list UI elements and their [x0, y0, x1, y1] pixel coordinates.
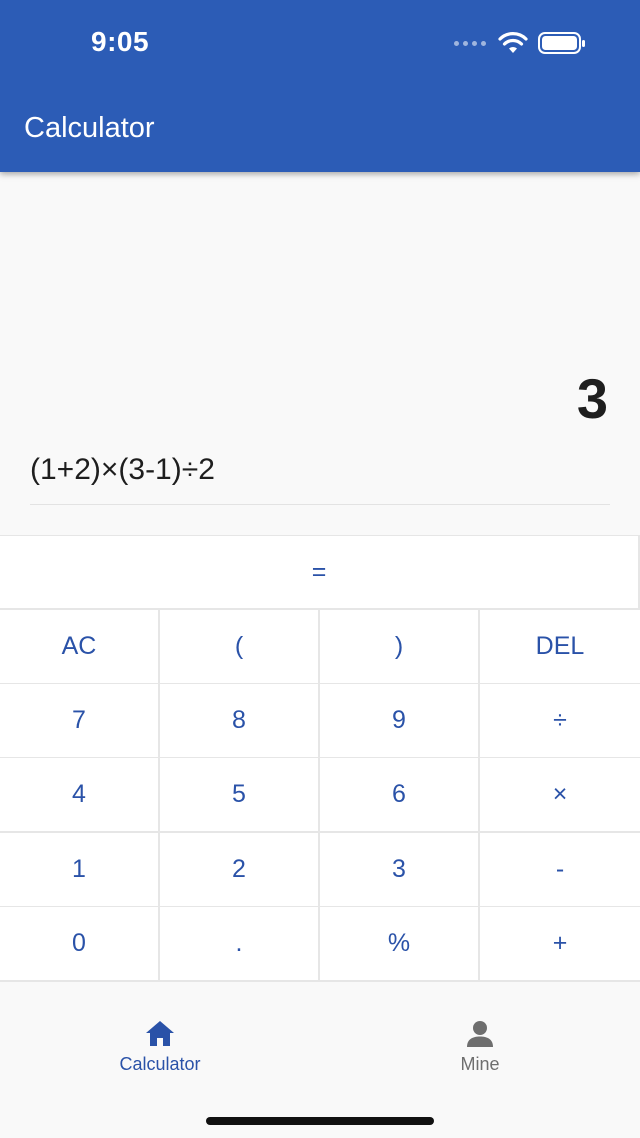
key-equals[interactable]: = — [0, 535, 640, 610]
cellular-signal-icon — [454, 40, 486, 46]
nav-label-mine: Mine — [460, 1054, 500, 1074]
key-open-paren[interactable]: ( — [160, 610, 320, 685]
key-close-paren[interactable]: ) — [320, 610, 480, 685]
battery-icon — [538, 32, 585, 54]
key-minus[interactable]: - — [480, 833, 640, 908]
key-delete[interactable]: DEL — [480, 610, 640, 685]
nav-item-mine[interactable]: Mine — [400, 1018, 560, 1075]
key-9[interactable]: 9 — [320, 684, 480, 759]
display-divider — [30, 504, 610, 505]
result-value: 3 — [576, 367, 608, 430]
key-7[interactable]: 7 — [0, 684, 160, 759]
key-percent[interactable]: % — [320, 907, 480, 982]
key-decimal[interactable]: . — [160, 907, 320, 982]
key-divide[interactable]: ÷ — [480, 684, 640, 759]
key-6[interactable]: 6 — [320, 758, 480, 833]
nav-item-calculator[interactable]: Calculator — [80, 1018, 240, 1075]
app-header: 9:05 Calculator — [0, 0, 640, 172]
key-multiply[interactable]: × — [480, 758, 640, 833]
page-title: Calculator — [24, 112, 155, 144]
home-indicator — [206, 1117, 434, 1125]
wifi-icon — [498, 32, 528, 53]
expression-text: (1+2)×(3-1)÷2 — [30, 453, 215, 486]
person-icon — [467, 1021, 493, 1047]
key-4[interactable]: 4 — [0, 758, 160, 833]
key-8[interactable]: 8 — [160, 684, 320, 759]
status-time: 9:05 — [91, 26, 150, 57]
key-5[interactable]: 5 — [160, 758, 320, 833]
calculator-display: 3 (1+2)×(3-1)÷2 — [0, 172, 640, 535]
key-plus[interactable]: + — [480, 907, 640, 982]
keypad: = AC() DEL 7 8 9 ÷ 4 5 6 × 1 2 3- 0.% + — [0, 535, 640, 982]
home-icon — [146, 1021, 174, 1046]
key-2[interactable]: 2 — [160, 833, 320, 908]
key-clear[interactable]: AC — [0, 610, 160, 685]
key-3[interactable]: 3 — [320, 833, 480, 908]
key-0[interactable]: 0 — [0, 907, 160, 982]
nav-label-calculator: Calculator — [119, 1054, 201, 1074]
status-icons — [454, 30, 586, 56]
key-1[interactable]: 1 — [0, 833, 160, 908]
